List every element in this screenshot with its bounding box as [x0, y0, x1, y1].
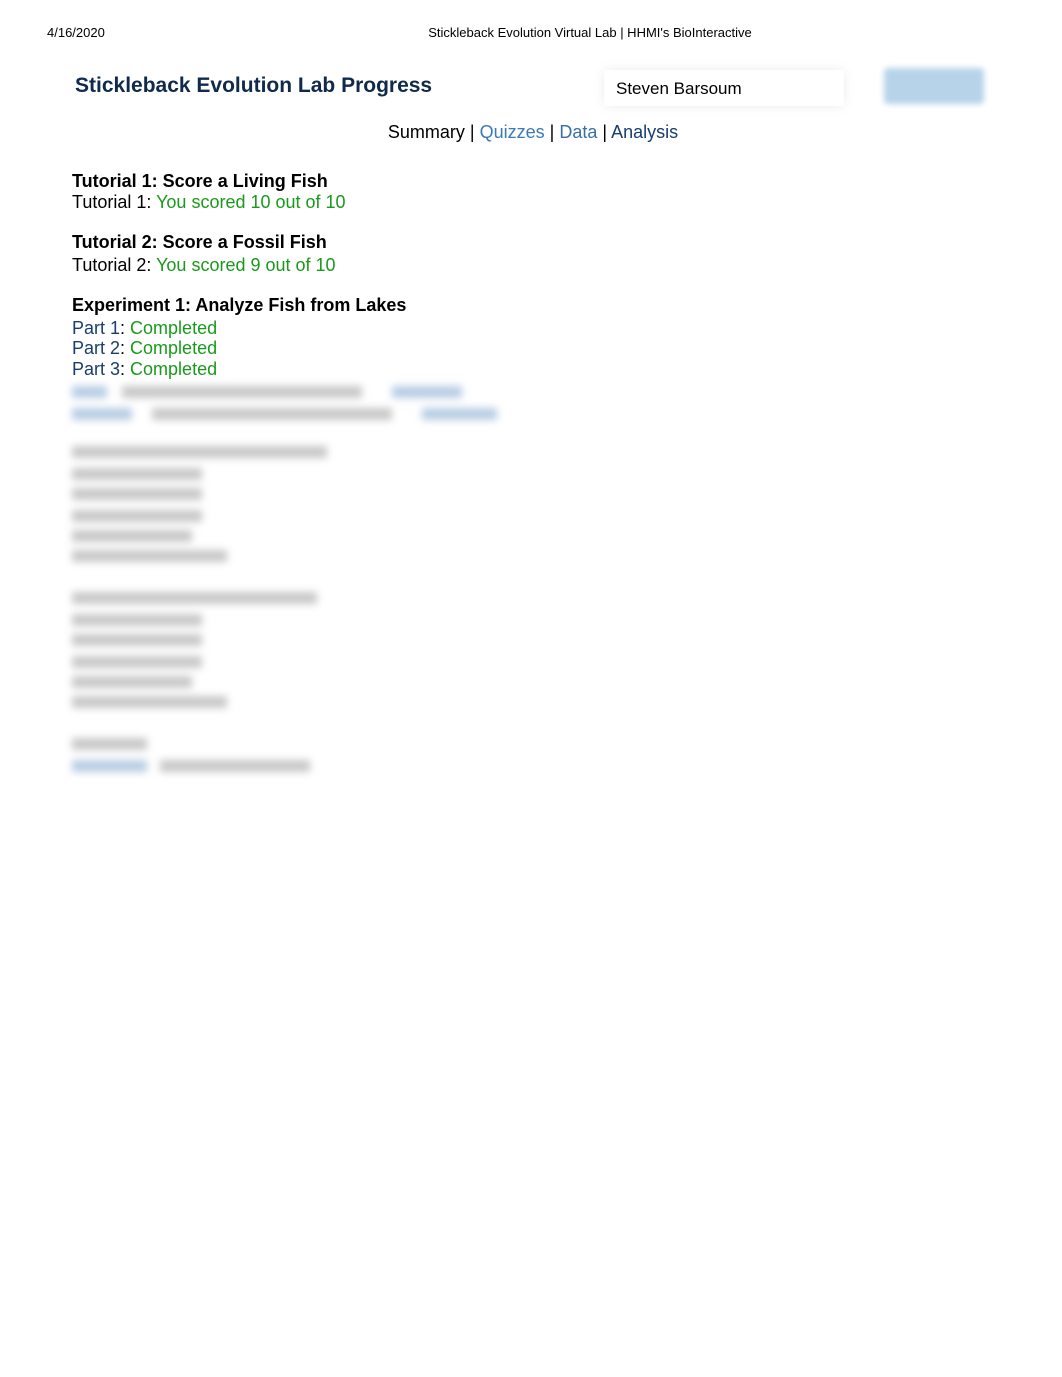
part-3-link[interactable]: Part 3 [72, 359, 120, 379]
user-name-field: Steven Barsoum [604, 70, 844, 106]
page-title: Stickleback Evolution Lab Progress [75, 74, 433, 97]
tutorial-1-label: Tutorial 1: [72, 191, 152, 212]
print-page-title: Stickleback Evolution Virtual Lab | HHMI… [428, 25, 752, 40]
part-2-status: Completed [130, 338, 218, 358]
nav-summary: Summary [387, 122, 465, 142]
part-2-link[interactable]: Part 2 [72, 338, 120, 358]
blurred-button[interactable] [884, 68, 984, 104]
nav-separator: | [549, 122, 555, 142]
tutorial-1-result: You scored 10 out of 10 [156, 191, 346, 212]
tutorial-1-heading: Tutorial 1: Score a Living Fish [72, 171, 328, 191]
part-3-status: Completed [130, 358, 218, 379]
nav-separator: | [469, 122, 475, 142]
nav-quizzes[interactable]: Quizzes [480, 122, 545, 142]
experiment-1-heading: Experiment 1: Analyze Fish from Lakes [72, 295, 407, 315]
tutorial-2-label: Tutorial 2: [72, 254, 152, 275]
tutorial-2-section: Tutorial 2: Score a Fossil Fish Tutorial… [72, 232, 336, 275]
progress-nav: Summary | Quizzes | Data | Analysis [0, 122, 1062, 143]
blurred-content [72, 380, 512, 780]
nav-analysis[interactable]: Analysis [611, 122, 678, 142]
part-1-status: Completed [130, 317, 218, 338]
tutorial-2-heading: Tutorial 2: Score a Fossil Fish [72, 232, 327, 252]
part-1-link[interactable]: Part 1 [72, 318, 120, 338]
page: 4/16/2020 Stickleback Evolution Virtual … [0, 0, 1062, 1377]
nav-data[interactable]: Data [559, 122, 597, 142]
tutorial-1-section: Tutorial 1: Score a Living Fish Tutorial… [72, 171, 346, 212]
experiment-1-section: Experiment 1: Analyze Fish from Lakes Pa… [72, 295, 407, 379]
tutorial-2-result: You scored 9 out of 10 [156, 254, 336, 275]
nav-separator: | [602, 122, 608, 142]
user-name: Steven Barsoum [616, 79, 742, 98]
